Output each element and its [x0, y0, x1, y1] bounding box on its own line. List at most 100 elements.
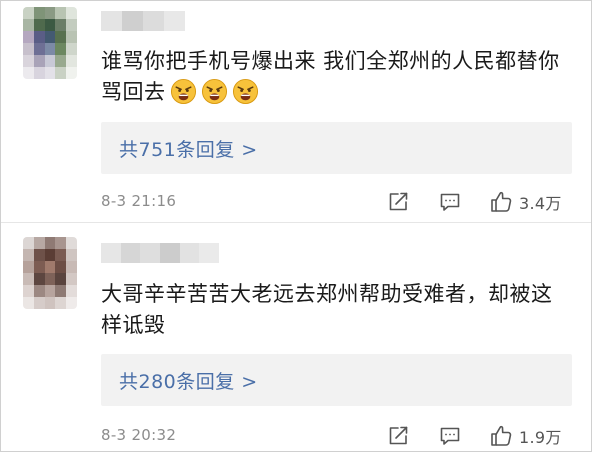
share-button[interactable]	[387, 423, 409, 449]
comment-icon	[440, 427, 460, 445]
avatar-pixel	[44, 237, 56, 249]
comment-meta: 8-3 20:32 1.9万	[101, 423, 576, 449]
like-icon	[491, 191, 512, 212]
avatar[interactable]	[23, 237, 77, 309]
avatar-pixel	[23, 261, 34, 273]
avatar-pixel	[66, 31, 77, 43]
username-pixel	[120, 243, 141, 263]
username-pixel	[160, 243, 180, 263]
username-pixel	[179, 243, 200, 263]
avatar-pixel	[66, 237, 77, 249]
avatar-pixel	[66, 43, 77, 55]
avatar-pixel	[33, 297, 45, 309]
avatar-pixel	[55, 67, 67, 79]
angry-face-emoji	[232, 78, 259, 105]
comment-icon	[440, 193, 460, 211]
avatar-pixel	[23, 31, 34, 43]
avatar-pixel	[55, 31, 67, 43]
avatar-pixel	[23, 7, 34, 19]
avatar-pixel	[66, 249, 77, 261]
comment-time: 8-3 21:16	[101, 192, 177, 210]
like-button[interactable]: 1.9万	[489, 423, 562, 449]
like-count: 3.4万	[519, 194, 562, 213]
avatar-pixel	[44, 43, 56, 55]
avatar-pixel	[33, 43, 45, 55]
avatar-pixel	[66, 285, 77, 297]
comment-time: 8-3 20:32	[101, 426, 177, 444]
avatar-pixel	[55, 273, 67, 285]
view-replies-button[interactable]: 共280条回复 >	[101, 354, 572, 406]
avatar-pixel	[23, 285, 34, 297]
avatar-pixel	[33, 237, 45, 249]
comment-item: 大哥辛辛苦苦大老远去郑州帮助受难者，却被这样诋毁 共280条回复 > 8-3 2…	[1, 223, 591, 451]
comment-text: 谁骂你把手机号爆出来 我们全郑州的人民都替你骂回去	[101, 46, 571, 108]
avatar-pixel	[44, 19, 56, 31]
username-pixel	[101, 243, 121, 263]
avatar-pixel	[44, 55, 56, 67]
replies-label: 共751条回复 >	[119, 138, 258, 161]
avatar-pixel	[55, 285, 67, 297]
avatar-pixel	[55, 249, 67, 261]
avatar-pixel	[66, 261, 77, 273]
comment-text-body: 大哥辛辛苦苦大老远去郑州帮助受难者，却被这样诋毁	[101, 282, 553, 337]
avatar-pixel	[66, 19, 77, 31]
angry-face-emoji	[170, 78, 197, 105]
avatar-pixel	[55, 55, 67, 67]
avatar-pixel	[23, 273, 34, 285]
avatar-pixel	[55, 237, 67, 249]
like-count: 1.9万	[519, 428, 562, 447]
avatar-pixel	[33, 55, 45, 67]
emoji-group	[170, 78, 259, 105]
like-button[interactable]: 3.4万	[489, 189, 562, 215]
avatar-pixel	[33, 273, 45, 285]
avatar-pixel	[66, 7, 77, 19]
username-pixel	[122, 11, 143, 31]
avatar-pixel	[44, 285, 56, 297]
avatar-pixel	[33, 19, 45, 31]
avatar-pixel	[44, 297, 56, 309]
comment-button[interactable]	[439, 189, 461, 215]
share-button[interactable]	[387, 189, 409, 215]
comment-meta: 8-3 21:16 3.4万	[101, 189, 576, 215]
avatar-pixel	[66, 55, 77, 67]
like-icon	[491, 425, 512, 446]
username-pixel	[199, 243, 220, 263]
replies-label: 共280条回复 >	[119, 370, 258, 393]
avatar-pixel	[55, 261, 67, 273]
avatar-pixel	[23, 249, 34, 261]
avatar-pixel	[23, 43, 34, 55]
avatar-pixel	[55, 43, 67, 55]
avatar-pixel	[66, 273, 77, 285]
username-pixel	[101, 11, 122, 31]
comment-button[interactable]	[439, 423, 461, 449]
comment-text: 大哥辛辛苦苦大老远去郑州帮助受难者，却被这样诋毁	[101, 279, 571, 341]
username-pixel	[140, 243, 161, 263]
avatar-pixel	[44, 273, 56, 285]
avatar-pixel	[44, 31, 56, 43]
avatar-pixel	[44, 249, 56, 261]
angry-face-emoji	[201, 78, 228, 105]
avatar-pixel	[55, 7, 67, 19]
avatar-pixel	[55, 297, 67, 309]
avatar-pixel	[66, 297, 77, 309]
share-icon	[389, 192, 408, 211]
avatar-pixel	[33, 249, 45, 261]
avatar[interactable]	[23, 7, 77, 79]
avatar-pixel	[33, 285, 45, 297]
view-replies-button[interactable]: 共751条回复 >	[101, 122, 572, 174]
avatar-pixel	[33, 31, 45, 43]
avatar-pixel	[44, 261, 56, 273]
avatar-pixel	[44, 67, 56, 79]
username-pixel	[164, 11, 185, 31]
username-blurred[interactable]	[101, 243, 220, 263]
avatar-pixel	[23, 67, 34, 79]
avatar-pixel	[23, 19, 34, 31]
avatar-pixel	[33, 7, 45, 19]
avatar-pixel	[23, 55, 34, 67]
avatar-pixel	[44, 7, 56, 19]
avatar-pixel	[33, 67, 45, 79]
username-blurred[interactable]	[101, 11, 185, 31]
avatar-pixel	[55, 19, 67, 31]
avatar-pixel	[23, 297, 34, 309]
comment-list: 谁骂你把手机号爆出来 我们全郑州的人民都替你骂回去 共751条回复 > 8-3 …	[0, 0, 592, 452]
